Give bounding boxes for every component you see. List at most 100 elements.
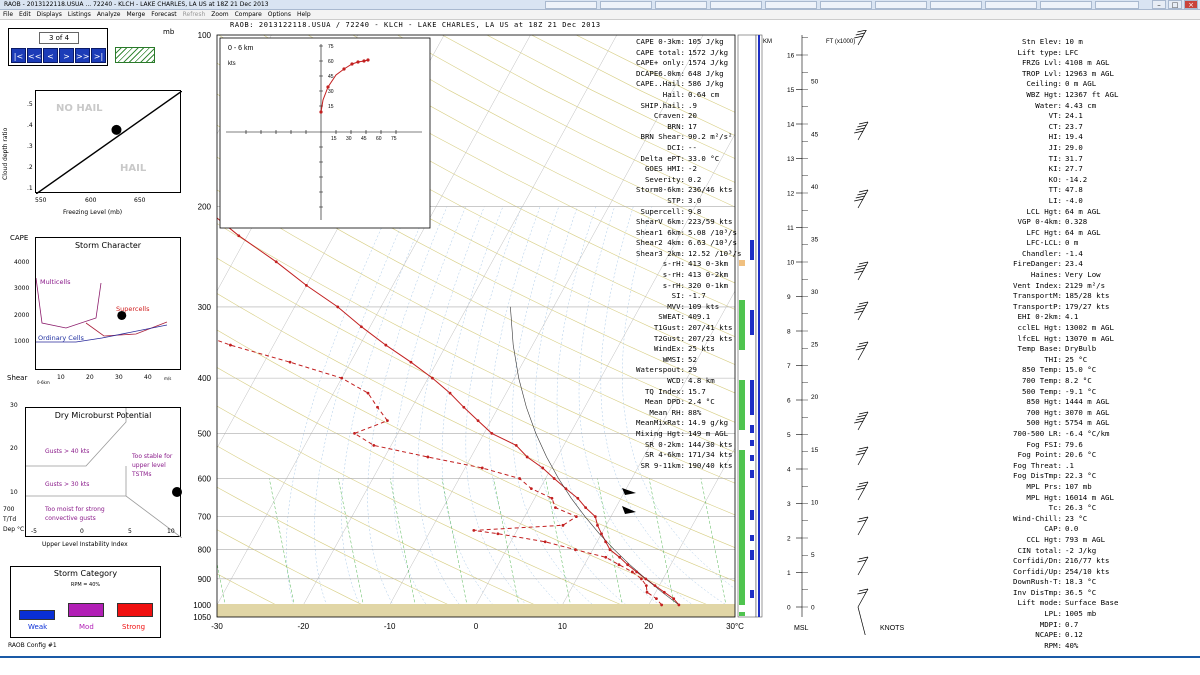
- param-value: 15.0 °C: [1065, 365, 1097, 375]
- index-row: Craven: 20: [617, 111, 737, 122]
- index-value: 1574 J/kg: [688, 58, 729, 68]
- index-value: 105 J/kg: [688, 37, 724, 46]
- storm-category-panel: Storm Category RPM = 40% Weak Mod Strong: [10, 566, 161, 638]
- index-row: CAPE 0-3km: 105 J/kg: [617, 37, 737, 48]
- param-value: 13002 m AGL: [1065, 323, 1114, 333]
- index-value: 14.9 g/kg: [688, 418, 729, 428]
- param-label: Haines:: [1030, 270, 1062, 280]
- fast-forward-button[interactable]: >>: [75, 48, 90, 63]
- param-row: Temp Base: DryBulb: [1005, 344, 1155, 355]
- index-row: WCD: 4.8 km: [617, 376, 737, 387]
- param-label: RPM:: [1044, 640, 1062, 650]
- param-value: 12963 m AGL: [1065, 68, 1114, 78]
- hail-x-axis-label: Freezing Level (mb): [63, 209, 123, 216]
- param-label: CAP:: [1044, 524, 1062, 534]
- index-value: 33.0 °C: [688, 153, 720, 163]
- fast-back-button[interactable]: <<: [27, 48, 42, 63]
- taskbar-tab[interactable]: [600, 1, 652, 9]
- hail-xtick: 600: [85, 197, 97, 204]
- micro-x-axis-label: Upper Level Instability Index: [42, 541, 128, 548]
- menu-help[interactable]: Help: [294, 10, 314, 19]
- profile-toggle-icon[interactable]: [115, 47, 155, 63]
- minimize-button[interactable]: –: [1152, 0, 1166, 9]
- knots-label: KNOTS: [880, 625, 904, 632]
- menu-file[interactable]: File: [0, 10, 16, 19]
- param-row: TI: 31.7: [1005, 154, 1155, 165]
- param-label: Vent Index:: [1013, 280, 1062, 290]
- storm-ytick: 2000: [14, 312, 30, 319]
- index-value: 190/40 kts: [688, 460, 733, 470]
- index-value: 171/34 kts: [688, 450, 733, 460]
- hodo-ytick: 15: [328, 104, 334, 110]
- param-value: Surface Base: [1065, 598, 1119, 608]
- taskbar-tab[interactable]: [545, 1, 597, 9]
- pressure-label: 600: [198, 474, 212, 483]
- menu-refresh[interactable]: Refresh: [180, 10, 209, 19]
- msl-label: MSL: [794, 625, 809, 632]
- param-label: KI:: [1048, 164, 1062, 174]
- hodograph-box: [219, 37, 431, 229]
- skewt-diagram: 10020030040050060070080090010001050 -30-…: [193, 30, 904, 635]
- hail-ytick: .3: [27, 143, 33, 150]
- last-sounding-button[interactable]: >|: [91, 48, 106, 63]
- param-row: 700 Temp: 8.2 °C: [1005, 376, 1155, 387]
- index-value: 413 0-2km: [688, 270, 729, 280]
- ft-tick: 30: [811, 289, 819, 296]
- first-sounding-button[interactable]: |<: [11, 48, 26, 63]
- index-value: 207/23 kts: [688, 333, 733, 343]
- close-button[interactable]: ×: [1184, 0, 1198, 9]
- taskbar-tab[interactable]: [655, 1, 707, 9]
- storm-y-axis-label: CAPE: [10, 234, 29, 242]
- km-tick: 5: [787, 432, 791, 439]
- index-row: WindEx: 25 kts: [617, 344, 737, 355]
- menu-analyze[interactable]: Analyze: [94, 10, 124, 19]
- taskbar-tab[interactable]: [765, 1, 817, 9]
- menu-merge[interactable]: Merge: [123, 10, 148, 19]
- index-value: 223/59 kts: [688, 217, 733, 227]
- strong-label: Strong: [122, 623, 146, 631]
- ft-tick: 45: [811, 131, 819, 138]
- index-value: -1.7: [688, 291, 706, 301]
- index-row: CAPE total: 1572 J/kg: [617, 48, 737, 59]
- taskbar-tab[interactable]: [875, 1, 927, 9]
- param-row: CIN total: -2 J/kg: [1005, 546, 1155, 557]
- index-row: CAPE..Hail: 586 J/kg: [617, 79, 737, 90]
- taskbar-tab[interactable]: [820, 1, 872, 9]
- hail-ytick: .2: [27, 164, 33, 171]
- taskbar-tab[interactable]: [710, 1, 762, 9]
- menu-edit[interactable]: Edit: [16, 10, 34, 19]
- index-value: 586 J/kg: [688, 79, 724, 89]
- taskbar-tab[interactable]: [985, 1, 1037, 9]
- raob-app-window: RAOB - 2013122118.USUA ... 72240 - KLCH …: [0, 0, 1200, 675]
- sounding-indices-table: CAPE 0-3km: 105 J/kg CAPE total: 1572 J/kg C…: [617, 37, 741, 471]
- km-tick: 2: [787, 536, 791, 543]
- param-value: 0.7: [1065, 619, 1079, 629]
- menu-options[interactable]: Options: [265, 10, 294, 19]
- maximize-button[interactable]: □: [1168, 0, 1182, 9]
- menu-displays[interactable]: Displays: [34, 10, 65, 19]
- param-row: Corfidi/Dn: 216/77 kts: [1005, 556, 1155, 567]
- param-row: lfcEL Hgt: 13070 m AGL: [1005, 334, 1155, 345]
- param-row: FireDanger: 23.4: [1005, 259, 1155, 270]
- taskbar-tab[interactable]: [930, 1, 982, 9]
- next-sounding-button[interactable]: >: [59, 48, 74, 63]
- index-label: MeanMixRat:: [636, 418, 685, 428]
- taskbar-tab[interactable]: [1040, 1, 1092, 9]
- previous-sounding-button[interactable]: <: [43, 48, 58, 63]
- taskbar-tab[interactable]: [1095, 1, 1139, 9]
- param-label: VGP 0-4km:: [1017, 217, 1063, 227]
- param-label: Corfidi/Up:: [1013, 566, 1062, 576]
- param-label: Lift type:: [1017, 47, 1063, 57]
- menu-zoom[interactable]: Zoom: [208, 10, 231, 19]
- sounding-navigator: 3 of 4 |< << < > >> >|: [8, 28, 108, 66]
- param-label: Lift mode:: [1017, 598, 1063, 608]
- index-label: STP:: [667, 195, 685, 205]
- param-label: Tc:: [1048, 503, 1062, 513]
- menu-listings[interactable]: Listings: [65, 10, 94, 19]
- hodo-ytick: 30: [328, 89, 334, 95]
- menu-forecast[interactable]: Forecast: [148, 10, 179, 19]
- index-value: .9: [688, 100, 697, 110]
- menu-compare[interactable]: Compare: [232, 10, 265, 19]
- param-value: 4.1: [1065, 312, 1079, 322]
- param-row: Fog DisTmp: 22.3 °C: [1005, 471, 1155, 482]
